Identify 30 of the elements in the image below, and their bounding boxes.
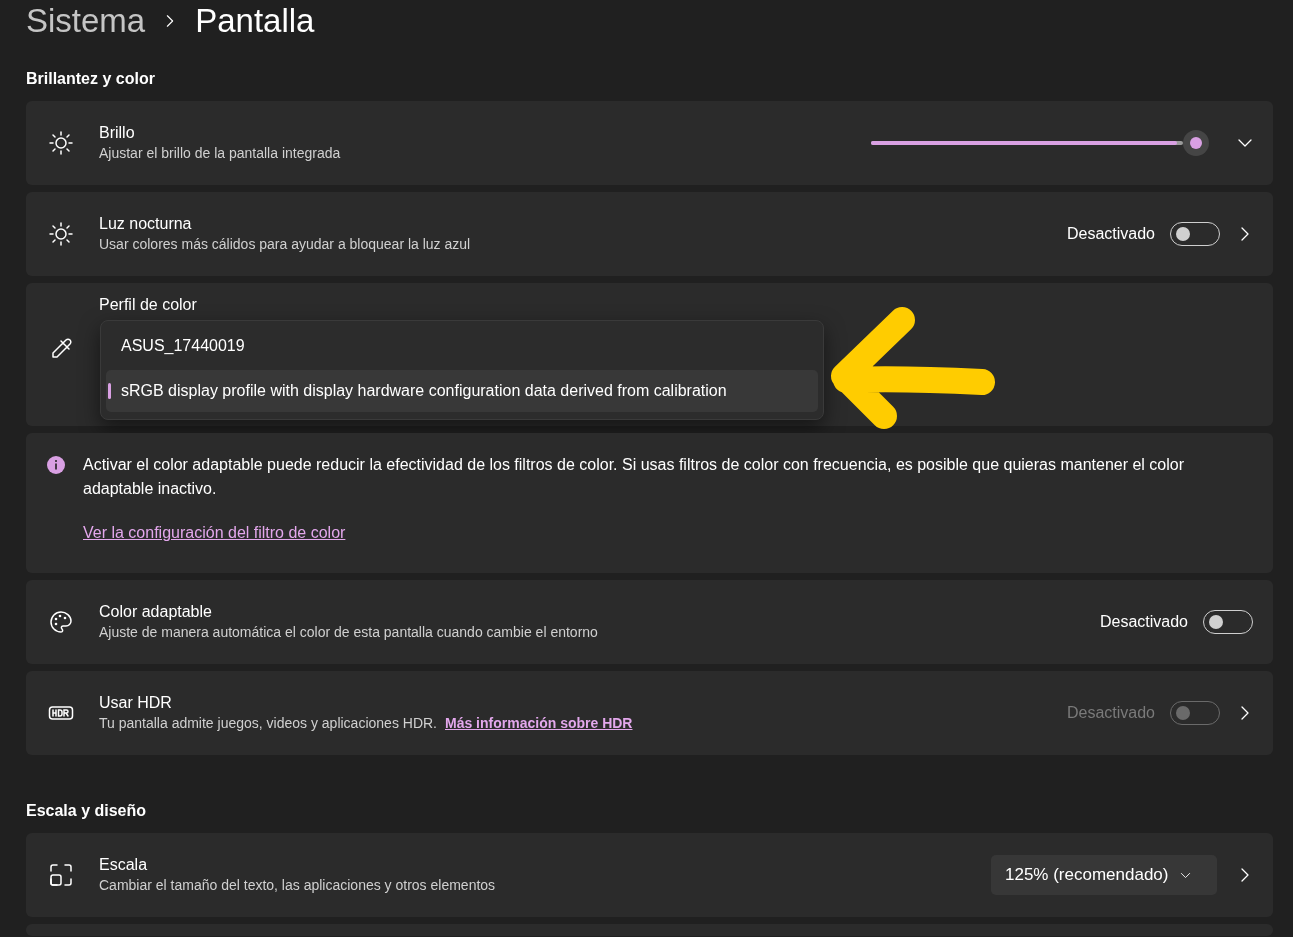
setting-title: Luz nocturna xyxy=(99,214,193,234)
selection-indicator xyxy=(108,383,111,399)
menu-option[interactable]: ASUS_17440019 xyxy=(106,325,818,367)
setting-title: Brillo xyxy=(99,123,136,143)
menu-option[interactable]: sRGB display profile with display hardware configuration data derived from calibration xyxy=(106,370,818,412)
setting-title: Escala xyxy=(99,855,149,875)
scale-icon xyxy=(48,862,74,888)
setting-description: Tu pantalla admite juegos, videos y aplicaciones HDR. xyxy=(99,715,437,731)
section-heading: Escala y diseño xyxy=(26,801,148,821)
setting-title: Usar HDR xyxy=(99,693,173,713)
palette-icon xyxy=(48,609,74,635)
section-heading: Brillantez y color xyxy=(26,69,156,89)
settings-link[interactable]: Ver la configuración del filtro de color xyxy=(83,521,346,545)
page-title: Pantalla xyxy=(195,1,315,42)
setting-title: Perfil de color xyxy=(99,295,197,315)
setting-description: Usar colores más cálidos para ayudar a bloquear la luz azul xyxy=(99,235,471,254)
info-message: Activar el color adaptable puede reducir la efectividad de los filtros de color. Si usas filtros de color con frecuencia, es posible que quieras mantener el color adaptable inactivo. xyxy=(83,455,1186,499)
setting-description: Ajustar el brillo de la pantalla integrada xyxy=(99,144,341,163)
setting-description: Ajuste de manera automática el color de esta pantalla cuando cambie el entorno xyxy=(99,623,598,642)
info-icon xyxy=(47,456,65,474)
sun-icon xyxy=(48,130,74,156)
setting-description: Cambiar el tamaño del texto, las aplicaciones y otros elementos xyxy=(99,876,496,895)
setting-title: Color adaptable xyxy=(99,602,213,622)
toggle-status: Desactivado xyxy=(1099,612,1188,632)
toggle-status: Desactivado xyxy=(1066,224,1155,244)
breadcrumb-link[interactable]: Sistema xyxy=(26,0,146,46)
toggle-status: Desactivado xyxy=(1066,703,1155,723)
slider-thumb[interactable] xyxy=(1183,130,1209,156)
scale-dropdown[interactable]: 125% (recomendado) xyxy=(991,855,1217,895)
night-light-icon xyxy=(48,221,74,247)
